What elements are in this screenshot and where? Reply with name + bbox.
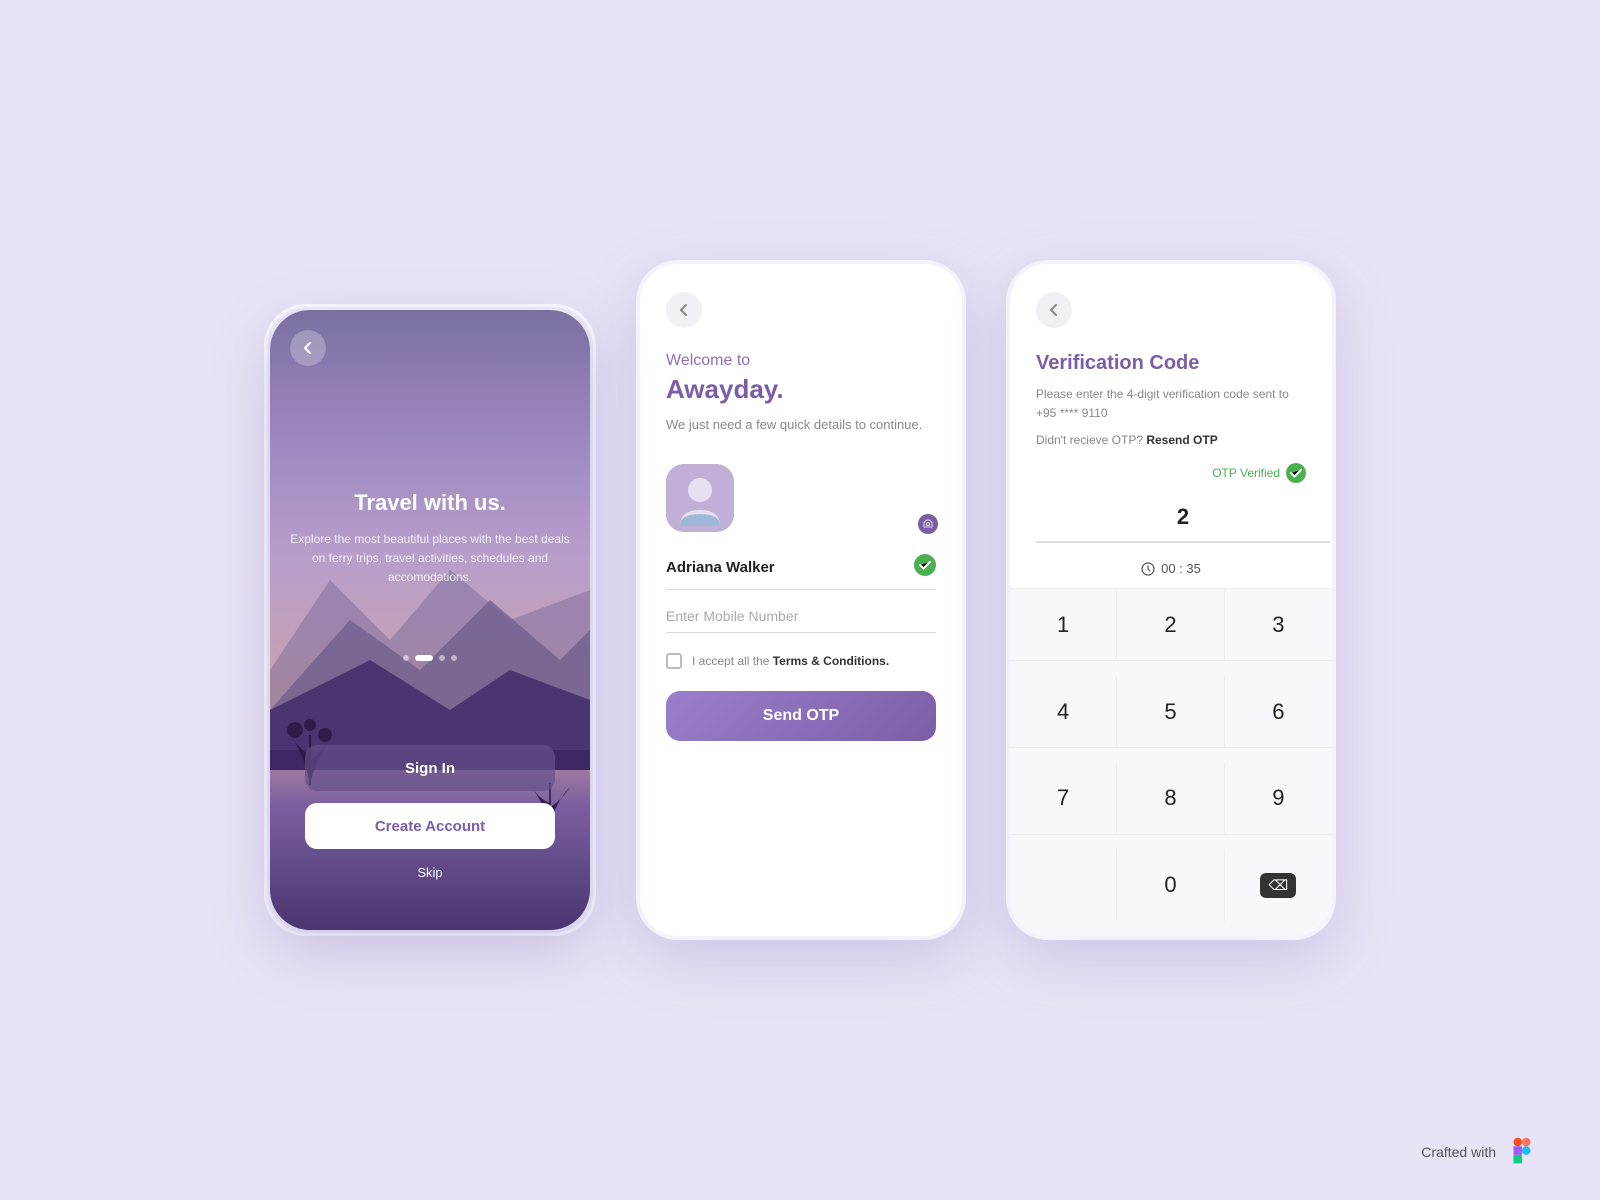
numpad-0[interactable]: 0 [1117,849,1224,921]
phone1-frame: Travel with us. Explore the most beautif… [264,304,596,936]
figma-icon [1504,1134,1540,1170]
numpad-8[interactable]: 8 [1117,763,1224,835]
phone1: Travel with us. Explore the most beautif… [270,310,590,930]
otp-verified-text: OTP Verified [1212,466,1280,480]
otp-verified-row: OTP Verified [1010,463,1332,483]
camera-icon[interactable] [916,512,940,536]
welcome-line1: Welcome to [666,352,936,370]
otp-input-1[interactable] [1036,493,1330,543]
numpad-7[interactable]: 7 [1010,763,1117,835]
dot-1 [403,655,409,661]
timer-icon [1141,562,1155,576]
avatar [666,464,734,532]
numpad: 1 2 3 4 5 6 7 8 9 0 ⌫ [1010,588,1332,936]
phone3-frame: Verification Code Please enter the 4-dig… [1006,260,1336,940]
numpad-delete[interactable]: ⌫ [1225,849,1332,921]
otp-inputs [1010,493,1332,543]
welcome-brand: Awayday. [666,374,936,405]
send-otp-button[interactable]: Send OTP [666,691,936,741]
signin-button[interactable]: Sign In [305,745,555,791]
numpad-empty [1010,849,1117,921]
create-account-button[interactable]: Create Account [305,803,555,849]
name-row [666,554,936,590]
canvas: Travel with us. Explore the most beautif… [0,0,1600,1200]
avatar-section [666,464,936,532]
timer-display: 00 : 35 [1161,561,1201,576]
welcome-desc: We just need a few quick details to cont… [666,415,936,436]
numpad-5[interactable]: 5 [1117,676,1224,748]
name-input[interactable] [666,559,914,576]
resend-otp-link[interactable]: Resend OTP [1146,433,1217,447]
phone1-title: Travel with us. [290,490,570,516]
otp-verified-icon [1286,463,1306,483]
otp-desc: Please enter the 4-digit verification co… [1036,385,1306,423]
numpad-6[interactable]: 6 [1225,676,1332,748]
phone1-back-button[interactable] [290,330,326,366]
resend-row: Didn't recieve OTP? Resend OTP [1036,433,1306,447]
numpad-2[interactable]: 2 [1117,589,1224,661]
phone1-buttons: Sign In Create Account Skip [270,745,590,880]
pagination-dots [403,655,457,661]
terms-label: I accept all the Terms & Conditions. [692,654,889,668]
otp-title: Verification Code [1036,352,1306,375]
numpad-3[interactable]: 3 [1225,589,1332,661]
numpad-9[interactable]: 9 [1225,763,1332,835]
terms-checkbox[interactable] [666,653,682,669]
mobile-row[interactable] [666,608,936,633]
phone3: Verification Code Please enter the 4-dig… [1010,264,1332,936]
skip-button[interactable]: Skip [417,865,442,880]
phone2-back-button[interactable] [666,292,702,328]
phone1-content: Travel with us. Explore the most beautif… [270,490,590,588]
phone3-top: Verification Code Please enter the 4-dig… [1010,264,1332,463]
timer-row: 00 : 35 [1010,555,1332,588]
dot-4 [451,655,457,661]
dot-3 [439,655,445,661]
numpad-1[interactable]: 1 [1010,589,1117,661]
footer: Crafted with [1421,1134,1540,1170]
footer-text: Crafted with [1421,1144,1496,1160]
numpad-4[interactable]: 4 [1010,676,1117,748]
phone1-subtitle: Explore the most beautiful places with t… [290,530,570,588]
mobile-input[interactable] [666,608,936,624]
phone2: Welcome to Awayday. We just need a few q… [640,264,962,936]
phone2-frame: Welcome to Awayday. We just need a few q… [636,260,966,940]
phone3-back-button[interactable] [1036,292,1072,328]
dot-2-active [415,655,433,661]
phone1-background: Travel with us. Explore the most beautif… [270,310,590,930]
terms-row: I accept all the Terms & Conditions. [666,653,936,669]
name-verified-badge [914,554,936,581]
